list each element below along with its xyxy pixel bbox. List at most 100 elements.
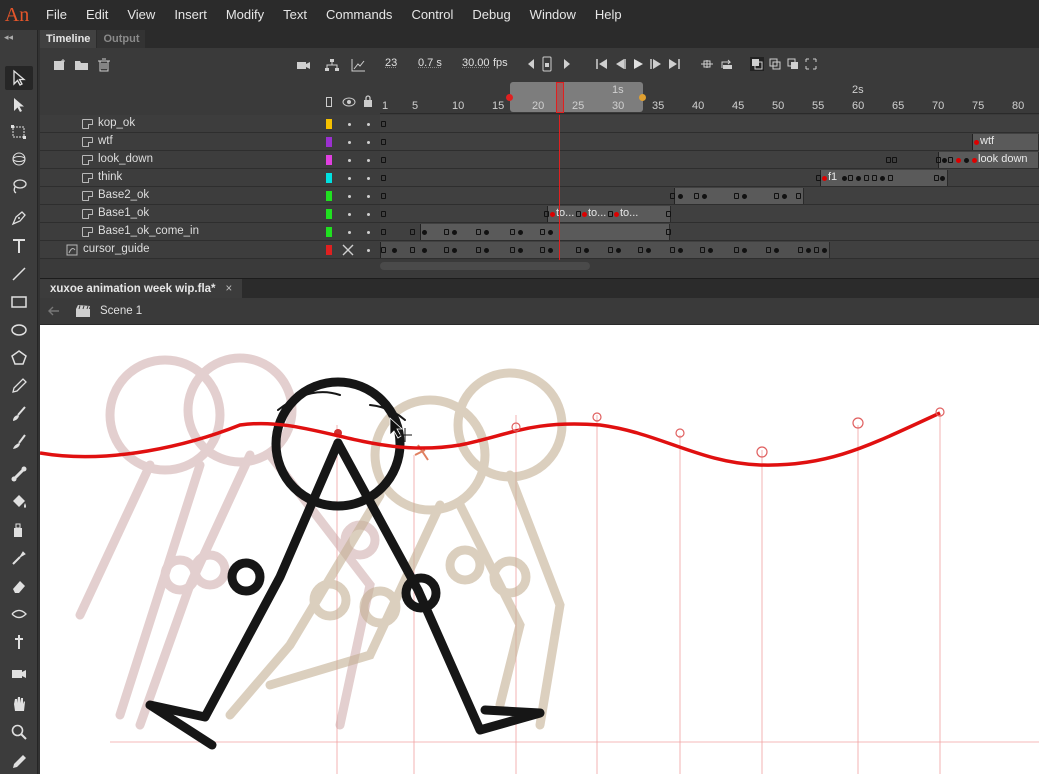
keyframe[interactable] — [742, 248, 747, 253]
labeled-keyframe[interactable] — [550, 212, 555, 217]
keyframe[interactable] — [381, 121, 386, 127]
subselection-tool-icon[interactable] — [5, 93, 33, 117]
layer-row-base2-ok[interactable]: Base2_ok — [40, 187, 380, 205]
frame-row-base2-ok[interactable] — [380, 187, 1039, 205]
elapsed-time-field[interactable]: 0.7 s — [418, 57, 442, 69]
keyframe[interactable] — [444, 229, 449, 235]
layer-row-wtf[interactable]: wtf — [40, 133, 380, 151]
keyframe[interactable] — [452, 248, 457, 253]
keyframe[interactable] — [544, 211, 549, 217]
graph-icon[interactable] — [350, 58, 366, 72]
keyframe[interactable] — [814, 247, 819, 253]
onion-skin-icon[interactable] — [750, 57, 764, 71]
keyframe[interactable] — [576, 211, 581, 217]
hidden-x-icon[interactable] — [342, 244, 354, 256]
keyframe[interactable] — [848, 175, 853, 181]
keyframe-toggle-icon[interactable] — [542, 56, 552, 72]
keyframe[interactable] — [678, 248, 683, 253]
keyframe[interactable] — [452, 230, 457, 235]
keyframe[interactable] — [584, 248, 589, 253]
lasso-tool-icon[interactable] — [5, 174, 33, 198]
eyedropper-tool-icon[interactable] — [5, 546, 33, 570]
layer-parenting-icon[interactable] — [324, 58, 340, 72]
back-arrow-icon[interactable] — [48, 306, 60, 316]
ink-bottle-tool-icon[interactable] — [5, 518, 33, 542]
keyframe[interactable] — [518, 248, 523, 253]
keyframe[interactable] — [381, 211, 386, 217]
keyframe[interactable] — [798, 247, 803, 253]
lock-dot[interactable] — [367, 195, 370, 198]
menu-insert[interactable]: Insert — [162, 0, 214, 30]
menu-modify[interactable]: Modify — [214, 0, 271, 30]
visibility-dot[interactable] — [348, 159, 351, 162]
tab-output[interactable]: Output — [97, 30, 146, 48]
visibility-dot[interactable] — [348, 195, 351, 198]
keyframe[interactable] — [608, 211, 613, 217]
keyframe[interactable] — [548, 248, 553, 253]
keyframe[interactable] — [796, 193, 801, 199]
menu-view[interactable]: View — [115, 0, 162, 30]
keyframe[interactable] — [806, 248, 811, 253]
edit-multiple-frames-icon[interactable] — [786, 57, 800, 71]
keyframe[interactable] — [666, 211, 671, 217]
labeled-keyframe[interactable] — [582, 212, 587, 217]
pencil-tool-icon[interactable] — [5, 374, 33, 398]
line-tool-icon[interactable] — [5, 262, 33, 286]
close-tab-icon[interactable]: × — [226, 283, 233, 295]
asset-warp-tool-icon[interactable] — [5, 630, 33, 654]
go-to-last-icon[interactable] — [668, 58, 680, 70]
keyframe[interactable] — [410, 229, 415, 235]
labeled-keyframe[interactable] — [974, 140, 979, 145]
onion-outlines-icon[interactable] — [768, 57, 782, 71]
layer-color-swatch[interactable] — [326, 119, 332, 129]
keyframe[interactable] — [422, 248, 427, 253]
menu-file[interactable]: File — [34, 0, 74, 30]
modify-markers-icon[interactable] — [804, 57, 818, 71]
frame-span[interactable] — [420, 224, 670, 240]
keyframe[interactable] — [734, 193, 739, 199]
new-layer-icon[interactable] — [52, 58, 68, 72]
center-frame-icon[interactable] — [720, 57, 734, 71]
layer-color-swatch[interactable] — [326, 191, 332, 201]
keyframe[interactable] — [766, 247, 771, 253]
keyframe[interactable] — [734, 247, 739, 253]
keyframe[interactable] — [484, 230, 489, 235]
keyframe[interactable] — [702, 194, 707, 199]
keyframe[interactable] — [670, 193, 675, 199]
keyframe[interactable] — [964, 158, 969, 163]
layer-color-swatch[interactable] — [326, 209, 332, 219]
keyframe[interactable] — [694, 193, 699, 199]
lock-dot[interactable] — [367, 159, 370, 162]
keyframe[interactable] — [608, 247, 613, 253]
frame-row-base1-ok-come-in[interactable] — [380, 223, 1039, 241]
layer-color-swatch[interactable] — [326, 227, 332, 237]
lock-dot[interactable] — [367, 141, 370, 144]
stage[interactable] — [40, 325, 1039, 774]
keyframe[interactable] — [548, 230, 553, 235]
next-keyframe-icon[interactable] — [562, 58, 572, 70]
keyframe[interactable] — [392, 248, 397, 253]
visibility-dot[interactable] — [348, 177, 351, 180]
camera-tool-icon[interactable] — [5, 662, 33, 686]
keyframe[interactable] — [540, 229, 545, 235]
frame-row-look-down[interactable]: look down — [380, 151, 1039, 169]
keyframe[interactable] — [518, 230, 523, 235]
keyframe[interactable] — [886, 157, 891, 163]
lock-dot[interactable] — [367, 123, 370, 126]
eraser-tool-icon[interactable] — [5, 574, 33, 598]
frame-ruler[interactable]: 1s 2s 1 5 10 15 20 25 30 35 40 45 50 55 … — [380, 82, 1039, 114]
layer-color-swatch[interactable] — [326, 137, 332, 147]
playhead[interactable] — [556, 82, 564, 113]
keyframe[interactable] — [816, 175, 821, 181]
zoom-tool-icon[interactable] — [5, 720, 33, 744]
keyframe[interactable] — [872, 175, 877, 181]
outline-toggle-icon[interactable] — [326, 97, 332, 107]
visibility-dot[interactable] — [348, 231, 351, 234]
keyframe[interactable] — [700, 247, 705, 253]
keyframe[interactable] — [484, 248, 489, 253]
keyframe[interactable] — [856, 176, 861, 181]
play-icon[interactable] — [632, 58, 644, 70]
keyframe[interactable] — [381, 139, 386, 145]
keyframe[interactable] — [774, 248, 779, 253]
collapse-panel-icon[interactable]: ◂◂ — [0, 30, 37, 44]
